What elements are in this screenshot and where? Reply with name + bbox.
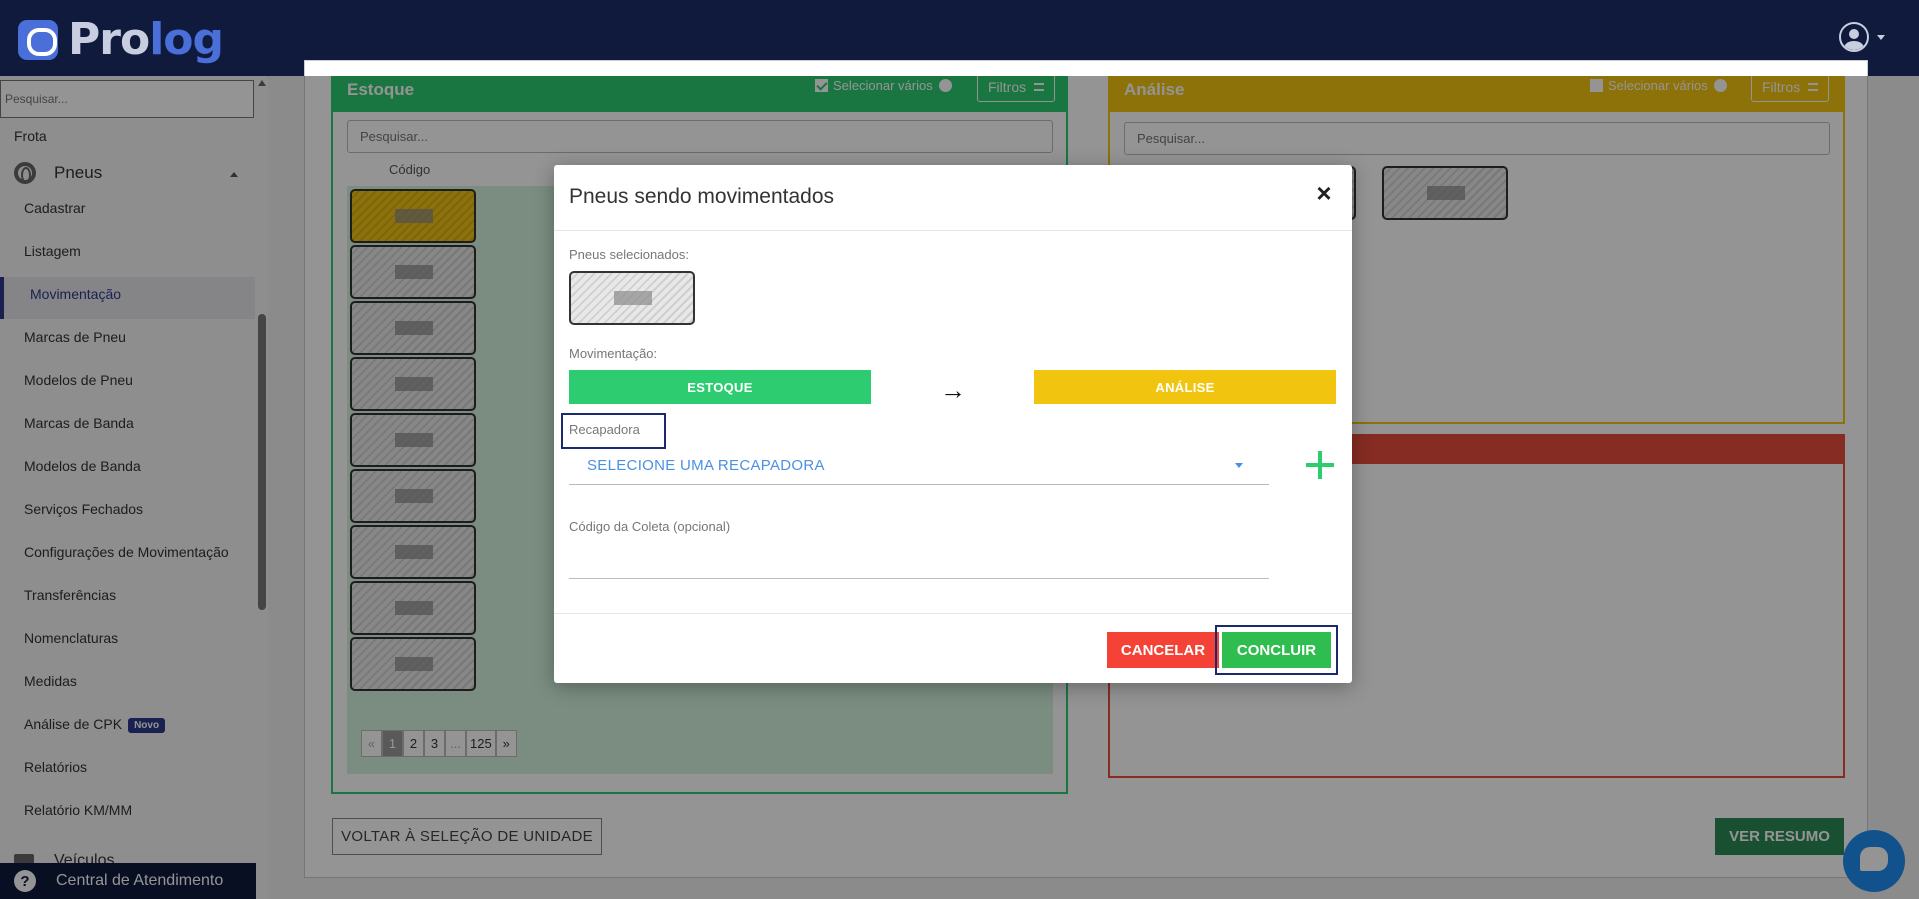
destination-analise-button[interactable]: ANÁLISE <box>1034 370 1336 404</box>
confirm-button[interactable]: CONCLUIR <box>1222 632 1331 668</box>
modal-title: Pneus sendo movimentados <box>569 185 834 208</box>
recapadora-select-value: SELECIONE UMA RECAPADORA <box>587 457 825 474</box>
selected-tires-label: Pneus selecionados: <box>569 247 689 262</box>
chevron-down-icon <box>1877 34 1885 40</box>
modal-header-divider <box>554 230 1352 231</box>
add-recapadora-plus-icon[interactable] <box>1306 451 1334 479</box>
tire-code-blurred <box>614 291 652 305</box>
close-icon[interactable]: × <box>1310 178 1338 208</box>
recapadora-select[interactable]: SELECIONE UMA RECAPADORA <box>569 447 1269 485</box>
user-menu[interactable] <box>1839 22 1885 52</box>
movement-label: Movimentação: <box>569 346 658 361</box>
prolog-logo[interactable]: Prolog <box>18 14 224 65</box>
logo-suffix: log <box>149 14 224 65</box>
modal-footer-divider <box>554 613 1352 614</box>
coleta-code-label: Código da Coleta (opcional) <box>569 519 731 534</box>
user-avatar-icon <box>1839 22 1869 52</box>
movement-modal: Pneus sendo movimentados × Pneus selecio… <box>554 165 1352 683</box>
origin-estoque-button[interactable]: ESTOQUE <box>569 370 871 404</box>
selected-tire-card[interactable] <box>569 271 695 325</box>
cancel-button[interactable]: CANCELAR <box>1107 632 1219 668</box>
prolog-logo-icon <box>18 19 58 60</box>
logo-prefix: Pro <box>68 14 150 65</box>
coleta-code-input[interactable] <box>569 543 1269 579</box>
arrow-right-icon: → <box>940 375 966 405</box>
recapadora-label: Recapadora <box>569 422 640 437</box>
chevron-down-icon[interactable] <box>1235 463 1243 468</box>
